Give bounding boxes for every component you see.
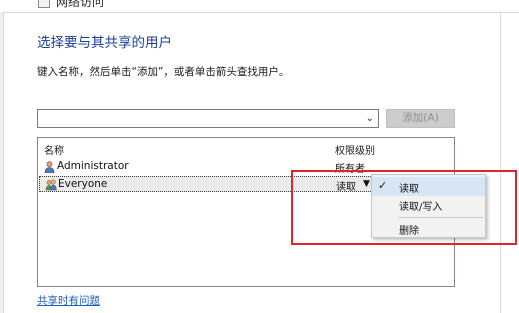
menu-item-read[interactable]: ✓ 读取 <box>372 177 485 196</box>
sharing-help-link[interactable]: 共享时有问题 <box>37 293 100 308</box>
dialog-instruction: 键入名称，然后单击“添加”，或者单击箭头查找用户。 <box>37 66 290 78</box>
list-row-administrator[interactable]: Administrator 所有者 <box>39 159 453 175</box>
user-combo-input[interactable]: ⌄ <box>37 109 379 128</box>
dialog-heading: 选择要与其共享的用户 <box>37 35 172 51</box>
title-bar: 网络访问 <box>0 0 519 13</box>
menu-separator <box>398 217 483 218</box>
menu-item-read-write[interactable]: 读取/写入 <box>372 195 485 214</box>
checkmark-icon: ✓ <box>378 179 388 192</box>
window-icon <box>38 0 50 8</box>
dropdown-arrow-icon[interactable]: ▼ <box>363 179 370 189</box>
permission-context-menu: ✓ 读取 读取/写入 删除 <box>371 174 486 238</box>
user-icon <box>44 161 55 173</box>
permission-level: 所有者 <box>335 164 365 175</box>
add-button[interactable]: 添加(A) <box>386 109 455 128</box>
dialog-right-edge <box>500 12 501 313</box>
permission-level[interactable]: 读取 <box>336 178 356 193</box>
background-window-edge <box>0 12 4 313</box>
column-header-name[interactable]: 名称 <box>44 142 64 157</box>
column-header-permission[interactable]: 权限级别 <box>335 142 375 157</box>
menu-item-remove[interactable]: 删除 <box>372 219 485 238</box>
chevron-down-icon[interactable]: ⌄ <box>366 112 374 126</box>
user-name: Everyone <box>58 178 108 190</box>
user-name: Administrator <box>57 160 129 172</box>
window-title: 网络访问 <box>56 0 105 9</box>
group-icon <box>45 179 57 191</box>
